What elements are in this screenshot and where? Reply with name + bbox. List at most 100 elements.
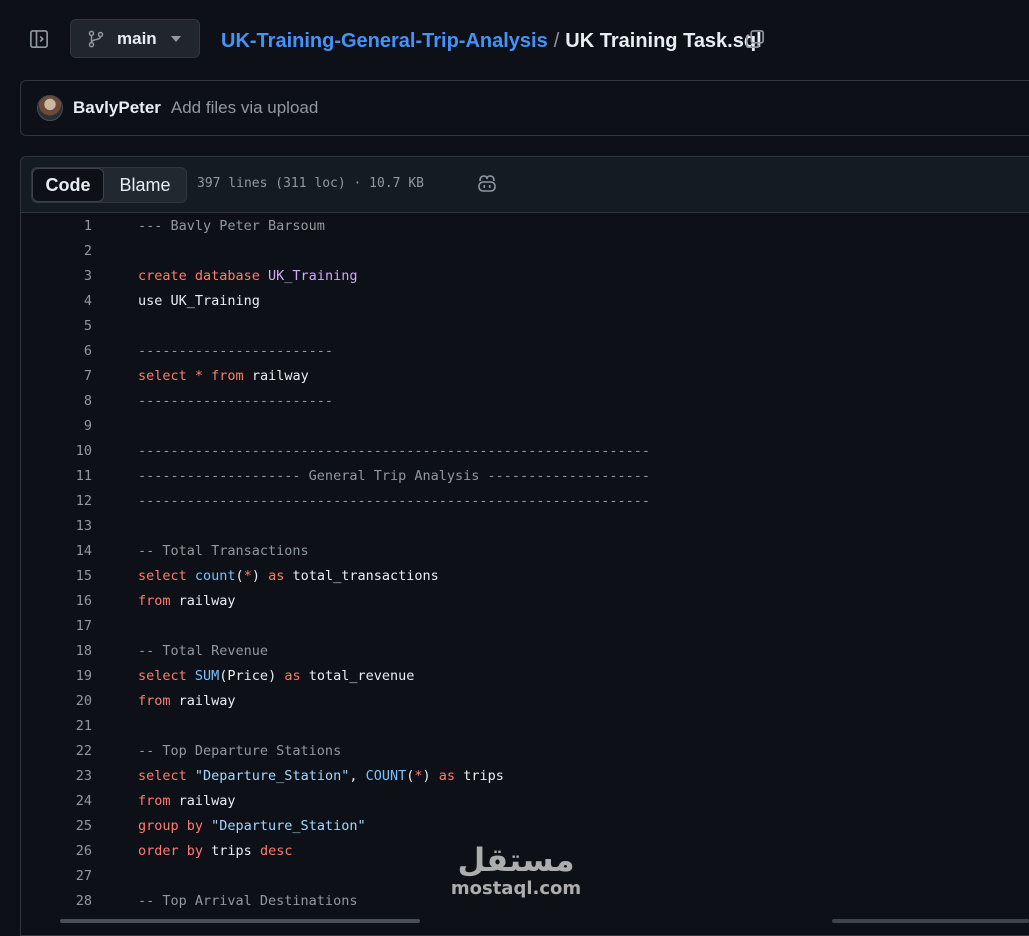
commit-author[interactable]: BavlyPeter <box>73 98 161 118</box>
code-token: -- Total Transactions <box>138 542 309 559</box>
line-number[interactable]: 4 <box>21 293 92 309</box>
avatar[interactable] <box>37 95 63 121</box>
tab-blame[interactable]: Blame <box>104 168 186 202</box>
code-line: 10 --------------------------------------… <box>21 438 1029 463</box>
line-code: --- Bavly Peter Barsoum <box>138 218 325 234</box>
line-number[interactable]: 21 <box>21 718 92 734</box>
line-code: create database UK_Training <box>138 268 357 284</box>
code-token: desc <box>259 842 293 859</box>
line-number[interactable]: 3 <box>21 268 92 284</box>
line-number[interactable]: 26 <box>21 843 92 859</box>
line-number[interactable]: 28 <box>21 893 92 909</box>
code-line: 5 <box>21 313 1029 338</box>
copy-icon[interactable] <box>745 29 767 51</box>
code-token: "Departure_Station" <box>211 817 366 834</box>
code-token: total_transactions <box>292 567 439 584</box>
line-number[interactable]: 24 <box>21 793 92 809</box>
code-line: 12 --------------------------------------… <box>21 488 1029 513</box>
line-code: group by "Departure_Station" <box>138 818 366 834</box>
line-number[interactable]: 10 <box>21 443 92 459</box>
line-number[interactable]: 27 <box>21 868 92 884</box>
code-line: 24 from railway <box>21 788 1029 813</box>
horizontal-scrollbar-track[interactable] <box>832 919 1029 923</box>
code-line: 11 -------------------- General Trip Anal… <box>21 463 1029 488</box>
line-number[interactable]: 12 <box>21 493 92 509</box>
horizontal-scrollbar[interactable] <box>60 919 420 923</box>
line-number[interactable]: 7 <box>21 368 92 384</box>
line-code: select SUM(Price) as total_revenue <box>138 668 414 684</box>
line-number[interactable]: 6 <box>21 343 92 359</box>
line-code: ----------------------------------------… <box>138 443 650 459</box>
branch-name: main <box>117 28 157 48</box>
code-token: ----------------------------------------… <box>138 492 651 509</box>
code-token: * <box>194 367 212 384</box>
repo-link[interactable]: UK-Training-General-Trip-Analysis <box>221 30 548 53</box>
line-number[interactable]: 18 <box>21 643 92 659</box>
line-number[interactable]: 23 <box>21 768 92 784</box>
line-number[interactable]: 9 <box>21 418 92 434</box>
code-token: (Price) <box>219 667 285 684</box>
code-line: 22 -- Top Departure Stations <box>21 738 1029 763</box>
sidebar-toggle-icon[interactable] <box>28 28 50 50</box>
code-token: COUNT <box>365 767 407 784</box>
breadcrumb: UK-Training-General-Trip-Analysis / UK T… <box>221 27 762 55</box>
code-line: 6 ------------------------ <box>21 338 1029 363</box>
code-line: 25 group by "Departure_Station" <box>21 813 1029 838</box>
line-code: ------------------------ <box>138 343 333 359</box>
code-token: from <box>138 692 179 709</box>
code-token: railway <box>251 367 309 384</box>
code-line: 4 use UK_Training <box>21 288 1029 313</box>
code-line: 19 select SUM(Price) as total_revenue <box>21 663 1029 688</box>
line-number[interactable]: 2 <box>21 243 92 259</box>
code-token: railway <box>178 792 236 809</box>
code-token: trips <box>463 767 504 784</box>
code-token: ( <box>235 567 244 584</box>
line-number[interactable]: 14 <box>21 543 92 559</box>
line-code: -- Total Revenue <box>138 643 268 659</box>
code-line: 17 <box>21 613 1029 638</box>
code-token: as <box>438 767 464 784</box>
code-line: 13 <box>21 513 1029 538</box>
line-number[interactable]: 17 <box>21 618 92 634</box>
file-name: UK Training Task.sql <box>565 29 762 52</box>
code-line: 8 ------------------------ <box>21 388 1029 413</box>
copilot-icon[interactable] <box>476 174 498 196</box>
line-number[interactable]: 1 <box>21 218 92 234</box>
line-code: from railway <box>138 793 236 809</box>
code-token: select <box>138 567 195 584</box>
line-code: select * from railway <box>138 368 309 384</box>
tab-code[interactable]: Code <box>32 168 104 202</box>
line-number[interactable]: 13 <box>21 518 92 534</box>
line-number[interactable]: 16 <box>21 593 92 609</box>
line-code: -- Total Transactions <box>138 543 309 559</box>
branch-selector-button[interactable]: main <box>70 19 200 58</box>
line-number[interactable]: 20 <box>21 693 92 709</box>
line-number[interactable]: 25 <box>21 818 92 834</box>
watermark-arabic: مستقل <box>457 841 575 879</box>
code-token: railway <box>178 692 236 709</box>
code-token: --- Bavly Peter Barsoum <box>138 217 325 234</box>
code-token: select <box>138 367 195 384</box>
code-listing: 1 --- Bavly Peter Barsoum 2 3 create databas… <box>21 213 1029 913</box>
file-toolbar: Code Blame 397 lines (311 loc) · 10.7 KB <box>21 157 1029 213</box>
line-number[interactable]: 19 <box>21 668 92 684</box>
commit-message[interactable]: Add files via upload <box>171 98 318 118</box>
line-number[interactable]: 11 <box>21 468 92 484</box>
code-token: from <box>211 367 252 384</box>
code-token: from <box>138 592 179 609</box>
latest-commit-bar: BavlyPeter Add files via upload <box>20 80 1029 136</box>
code-token: -- Top Arrival Destinations <box>138 892 358 909</box>
code-token: -- Top Departure Stations <box>138 742 342 759</box>
line-number[interactable]: 8 <box>21 393 92 409</box>
line-code: -- Top Arrival Destinations <box>138 893 357 909</box>
code-token: , <box>349 767 366 784</box>
code-line: 23 select "Departure_Station", COUNT(*) a… <box>21 763 1029 788</box>
line-number[interactable]: 5 <box>21 318 92 334</box>
code-line: 16 from railway <box>21 588 1029 613</box>
line-number[interactable]: 15 <box>21 568 92 584</box>
code-line: 14 -- Total Transactions <box>21 538 1029 563</box>
line-code: select count(*) as total_transactions <box>138 568 439 584</box>
line-code: use UK_Training <box>138 293 260 309</box>
line-number[interactable]: 22 <box>21 743 92 759</box>
code-token: as <box>284 667 309 684</box>
